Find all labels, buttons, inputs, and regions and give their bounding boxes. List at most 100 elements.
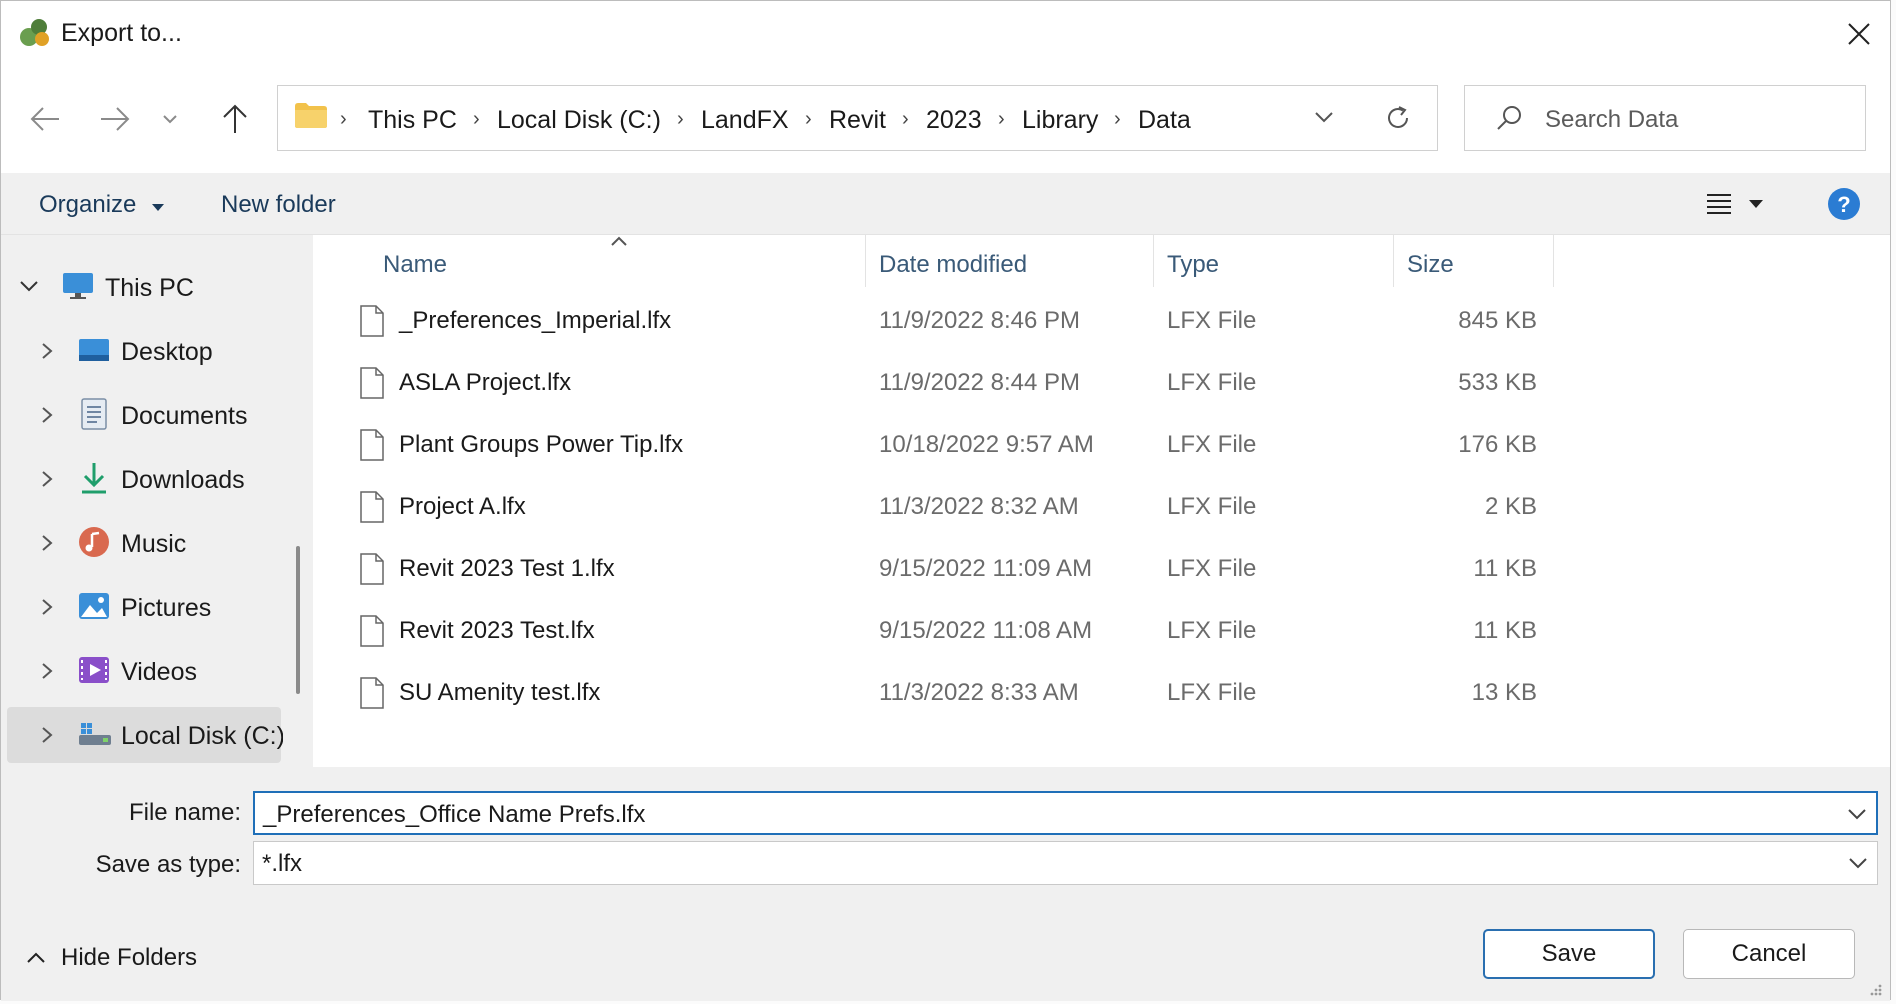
- breadcrumb-revit[interactable]: Revit: [829, 106, 886, 135]
- documents-icon: [81, 398, 107, 430]
- sidebar-item-documents[interactable]: Documents: [1, 387, 281, 443]
- arrow-up-icon: [223, 104, 247, 133]
- file-date: 11/3/2022 8:33 AM: [879, 679, 1079, 706]
- forward-button[interactable]: [93, 99, 137, 139]
- sidebar-item-videos[interactable]: Videos: [1, 643, 281, 699]
- refresh-button[interactable]: [1384, 104, 1412, 137]
- app-icon: [17, 15, 53, 56]
- column-header-size[interactable]: Size: [1407, 251, 1454, 279]
- table-row[interactable]: SU Amenity test.lfx 11/3/2022 8:33 AM LF…: [315, 663, 1875, 725]
- sidebar-scrollbar-thumb[interactable]: [296, 546, 300, 694]
- file-name: _Preferences_Imperial.lfx: [399, 307, 672, 334]
- column-divider[interactable]: [1393, 235, 1394, 287]
- breadcrumb-separator: ›: [473, 108, 480, 130]
- column-header-date[interactable]: Date modified: [879, 251, 1027, 279]
- file-list: Name Date modified Type Size _Preference…: [315, 235, 1890, 767]
- table-row[interactable]: ASLA Project.lfx 11/9/2022 8:44 PM LFX F…: [315, 353, 1875, 415]
- file-size: 11 KB: [1473, 617, 1537, 644]
- column-header-type[interactable]: Type: [1167, 251, 1219, 279]
- column-divider[interactable]: [865, 235, 866, 287]
- file-type: LFX File: [1167, 369, 1257, 396]
- breadcrumb-data[interactable]: Data: [1138, 106, 1191, 135]
- breadcrumb-2023[interactable]: 2023: [926, 106, 982, 135]
- sidebar-item-this-pc[interactable]: This PC: [1, 259, 281, 315]
- column-header-name[interactable]: Name: [383, 251, 447, 279]
- file-size: 845 KB: [1458, 307, 1537, 334]
- file-name-field[interactable]: _Preferences_Office Name Prefs.lfx: [253, 791, 1878, 835]
- sidebar-item-local-disk[interactable]: Local Disk (C:): [7, 707, 285, 763]
- sidebar-item-label: Local Disk (C:): [121, 722, 285, 750]
- sidebar-item-pictures[interactable]: Pictures: [1, 579, 281, 635]
- file-name: Project A.lfx: [399, 493, 526, 520]
- view-list-icon: [1707, 194, 1763, 214]
- address-history-button[interactable]: [1314, 110, 1334, 129]
- search-placeholder: Search Data: [1545, 106, 1679, 133]
- save-as-type-select[interactable]: *.lfx: [253, 841, 1878, 885]
- file-type: LFX File: [1167, 307, 1257, 334]
- music-icon: [79, 527, 109, 557]
- download-icon: [82, 463, 106, 494]
- view-options-button[interactable]: [1705, 191, 1767, 222]
- breadcrumb-local-disk[interactable]: Local Disk (C:): [497, 106, 661, 135]
- resize-grip[interactable]: [1867, 981, 1883, 1002]
- svg-text:?: ?: [1837, 192, 1850, 217]
- chevron-right-icon: [42, 407, 53, 423]
- hide-folders-button[interactable]: Hide Folders: [25, 943, 197, 973]
- column-divider[interactable]: [1153, 235, 1154, 287]
- file-size: 533 KB: [1458, 369, 1537, 396]
- file-icon: [360, 367, 384, 399]
- sidebar-item-music[interactable]: Music: [1, 515, 281, 571]
- chevron-down-icon: [20, 281, 38, 292]
- table-row[interactable]: Revit 2023 Test.lfx 9/15/2022 11:08 AM L…: [315, 601, 1875, 663]
- arrow-left-icon: [30, 107, 59, 131]
- search-input[interactable]: Search Data: [1464, 85, 1866, 151]
- folder-icon: [294, 100, 328, 135]
- breadcrumb-landfx[interactable]: LandFX: [701, 106, 789, 135]
- cancel-button[interactable]: Cancel: [1683, 929, 1855, 979]
- recent-locations-button[interactable]: [155, 99, 185, 139]
- back-button[interactable]: [23, 99, 67, 139]
- new-folder-button[interactable]: New folder: [221, 191, 336, 219]
- chevron-right-icon: [42, 599, 53, 615]
- sidebar-item-label: Music: [121, 530, 187, 558]
- file-date: 11/3/2022 8:32 AM: [879, 493, 1079, 520]
- drive-icon: [79, 723, 111, 745]
- file-icon: [360, 553, 384, 585]
- file-icon: [360, 305, 384, 337]
- refresh-icon: [1388, 106, 1408, 128]
- table-row[interactable]: Plant Groups Power Tip.lfx 10/18/2022 9:…: [315, 415, 1875, 477]
- file-name-value: _Preferences_Office Name Prefs.lfx: [263, 801, 646, 828]
- search-icon: [1495, 104, 1523, 137]
- file-name-dropdown-button[interactable]: [1844, 801, 1870, 827]
- breadcrumb-separator: ›: [677, 108, 684, 130]
- save-button[interactable]: Save: [1483, 929, 1655, 979]
- close-button[interactable]: [1835, 13, 1883, 55]
- breadcrumb-this-pc[interactable]: This PC: [368, 106, 457, 135]
- table-row[interactable]: _Preferences_Imperial.lfx 11/9/2022 8:46…: [315, 291, 1875, 353]
- file-type: LFX File: [1167, 617, 1257, 644]
- sidebar-item-downloads[interactable]: Downloads: [1, 451, 281, 507]
- save-as-type-dropdown-button[interactable]: [1845, 850, 1871, 876]
- help-icon: ?: [1828, 188, 1860, 220]
- file-icon: [360, 429, 384, 461]
- column-divider[interactable]: [1553, 235, 1554, 287]
- file-size: 2 KB: [1484, 493, 1537, 520]
- sort-ascending-icon: [611, 236, 627, 246]
- up-button[interactable]: [213, 99, 257, 139]
- table-row[interactable]: Revit 2023 Test 1.lfx 9/15/2022 11:09 AM…: [315, 539, 1875, 601]
- sidebar-item-label: Videos: [121, 658, 197, 686]
- file-type: LFX File: [1167, 493, 1257, 520]
- breadcrumb-library[interactable]: Library: [1022, 106, 1098, 135]
- chevron-down-icon: [1848, 809, 1866, 820]
- chevron-right-icon: [42, 663, 53, 679]
- arrow-right-icon: [101, 107, 130, 131]
- help-button[interactable]: ?: [1827, 187, 1861, 226]
- desktop-icon: [79, 339, 109, 361]
- sidebar-item-desktop[interactable]: Desktop: [1, 323, 281, 379]
- hide-folders-label: Hide Folders: [61, 944, 198, 971]
- organize-button[interactable]: Organize: [39, 191, 165, 219]
- address-bar[interactable]: › This PC › Local Disk (C:) › LandFX › R…: [277, 85, 1438, 151]
- table-row[interactable]: Project A.lfx 11/3/2022 8:32 AM LFX File…: [315, 477, 1875, 539]
- save-as-type-label: Save as type:: [95, 851, 241, 878]
- resize-grip-icon: [1870, 984, 1882, 996]
